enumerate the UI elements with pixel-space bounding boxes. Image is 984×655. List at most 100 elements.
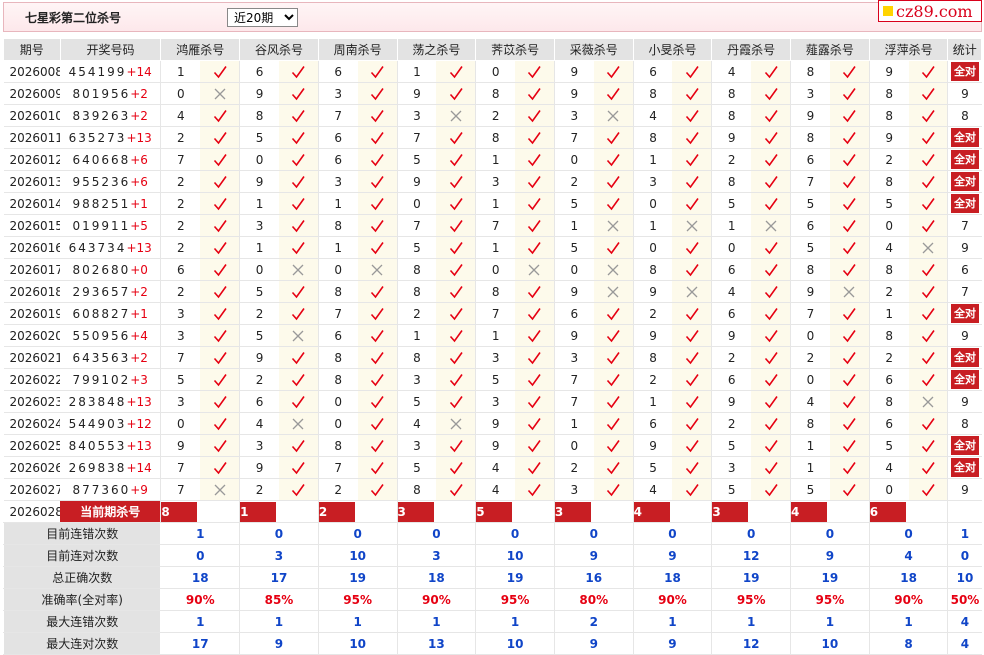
result-mark-cell (515, 368, 555, 391)
kill-number-cell: 8 (396, 478, 437, 501)
check-icon (292, 439, 306, 453)
table-row: 2026019 608827+1 3 2 7 2 7 6 2 6 7 1 全对 (3, 302, 982, 325)
result-mark-cell (751, 104, 791, 127)
check-icon (843, 263, 856, 277)
result-mark-cell (751, 456, 791, 479)
result-mark-cell (751, 478, 791, 501)
check-icon (685, 395, 699, 409)
kill-number-cell: 7 (396, 126, 437, 149)
stat-value: 9 (553, 544, 634, 567)
kill-number-cell: 2 (239, 478, 279, 501)
check-icon (370, 241, 384, 255)
check-icon (764, 417, 778, 431)
kill-number-cell: 4 (632, 478, 673, 501)
check-icon (449, 307, 463, 321)
kill-number-cell: 4 (632, 104, 673, 127)
kill-number-cell: 6 (711, 302, 752, 325)
kill-number-cell: 6 (790, 148, 830, 171)
result-mark-cell (278, 412, 319, 435)
check-icon (449, 461, 463, 475)
result-mark-cell (515, 192, 555, 215)
result-mark-cell (672, 104, 712, 127)
check-icon (213, 307, 227, 321)
check-icon (213, 461, 227, 475)
result-mark-cell (751, 126, 791, 149)
check-icon (528, 131, 542, 145)
stat-cell: 8 (947, 412, 982, 435)
kill-number-cell: 0 (396, 192, 437, 215)
check-icon (607, 329, 620, 343)
check-icon (370, 417, 384, 431)
kill-number-cell: 1 (396, 60, 437, 83)
stat-cell: 全对 (947, 368, 982, 391)
stat-cell: 9 (947, 390, 982, 413)
kill-number-cell: 8 (396, 280, 437, 303)
issue-cell: 2026016 (3, 236, 60, 259)
result-mark-cell (908, 82, 948, 105)
table-row: 2026017 802680+0 6 0 0 8 0 0 8 6 8 8 6 (3, 258, 982, 281)
check-icon (528, 219, 542, 233)
cross-icon (607, 286, 619, 298)
check-icon (370, 307, 384, 321)
issue-cell: 2026019 (3, 302, 60, 325)
current-kill-value: 4 (791, 501, 828, 522)
kill-number-cell: 1 (711, 214, 752, 237)
stat-cell (947, 500, 982, 523)
current-kill-cell: 4 (790, 500, 870, 523)
result-mark-cell (751, 236, 791, 259)
result-mark-cell (908, 302, 948, 325)
check-icon (607, 395, 620, 409)
check-icon (370, 197, 384, 211)
stat-cell: 全对 (947, 148, 982, 171)
draw-cell: 839263+2 (60, 104, 161, 127)
kill-number-cell: 2 (868, 346, 909, 369)
check-icon (607, 439, 620, 453)
table-row: 2026018 293657+2 2 5 8 8 8 9 9 4 9 2 7 (3, 280, 982, 303)
result-mark-cell (908, 258, 948, 281)
result-mark-cell (278, 478, 319, 501)
kill-number-cell: 7 (475, 302, 516, 325)
kill-number-cell: 2 (632, 368, 673, 391)
result-mark-cell (357, 280, 398, 303)
kill-number-cell: 5 (868, 192, 909, 215)
check-icon (213, 417, 227, 431)
check-icon (764, 153, 778, 167)
period-select[interactable]: 近20期 (227, 8, 298, 27)
draw-digits: 544903 (68, 416, 127, 431)
check-icon (292, 197, 306, 211)
cross-icon (686, 220, 698, 232)
result-mark-cell (672, 170, 712, 193)
kill-number-cell: 2 (239, 302, 279, 325)
kill-number-cell: 0 (239, 258, 279, 281)
result-mark-cell (751, 324, 791, 347)
kill-number-cell: 8 (396, 346, 437, 369)
correct-count: 9 (961, 328, 969, 343)
site-logo[interactable]: cz89.com (878, 0, 982, 22)
check-icon (764, 131, 778, 145)
cross-icon (214, 484, 226, 496)
check-icon (370, 351, 384, 365)
result-mark-cell (436, 214, 476, 237)
check-icon (843, 175, 856, 189)
stat-row: 准确率(全对率) 90% 85% 95% 90% 95% 80% 90% 95% 95% 90% 50… (2, 588, 982, 611)
kill-number-cell: 4 (868, 456, 909, 479)
check-icon (921, 329, 935, 343)
check-icon (843, 65, 856, 79)
kill-number-cell: 2 (160, 170, 201, 193)
check-icon (449, 131, 463, 145)
check-icon (685, 417, 699, 431)
current-issue-row: 2026028 当前期杀号 8 1 2 3 5 3 4 3 4 6 (3, 500, 982, 523)
result-mark-cell (908, 412, 948, 435)
stat-total: 10 (947, 566, 982, 589)
col-expert: 丹霞杀号 (711, 38, 792, 61)
kill-number-cell: 7 (317, 456, 358, 479)
check-icon (292, 219, 306, 233)
check-icon (685, 109, 699, 123)
kill-number-cell: 4 (239, 412, 279, 435)
check-icon (843, 329, 856, 343)
result-mark-cell (436, 346, 476, 369)
current-kill-value: 3 (712, 501, 749, 522)
current-kill-cell: 5 (475, 500, 555, 523)
kill-number-cell: 3 (553, 478, 594, 501)
table-row: 2026025 840553+13 9 3 8 3 9 0 9 5 1 5 全对 (3, 434, 982, 457)
